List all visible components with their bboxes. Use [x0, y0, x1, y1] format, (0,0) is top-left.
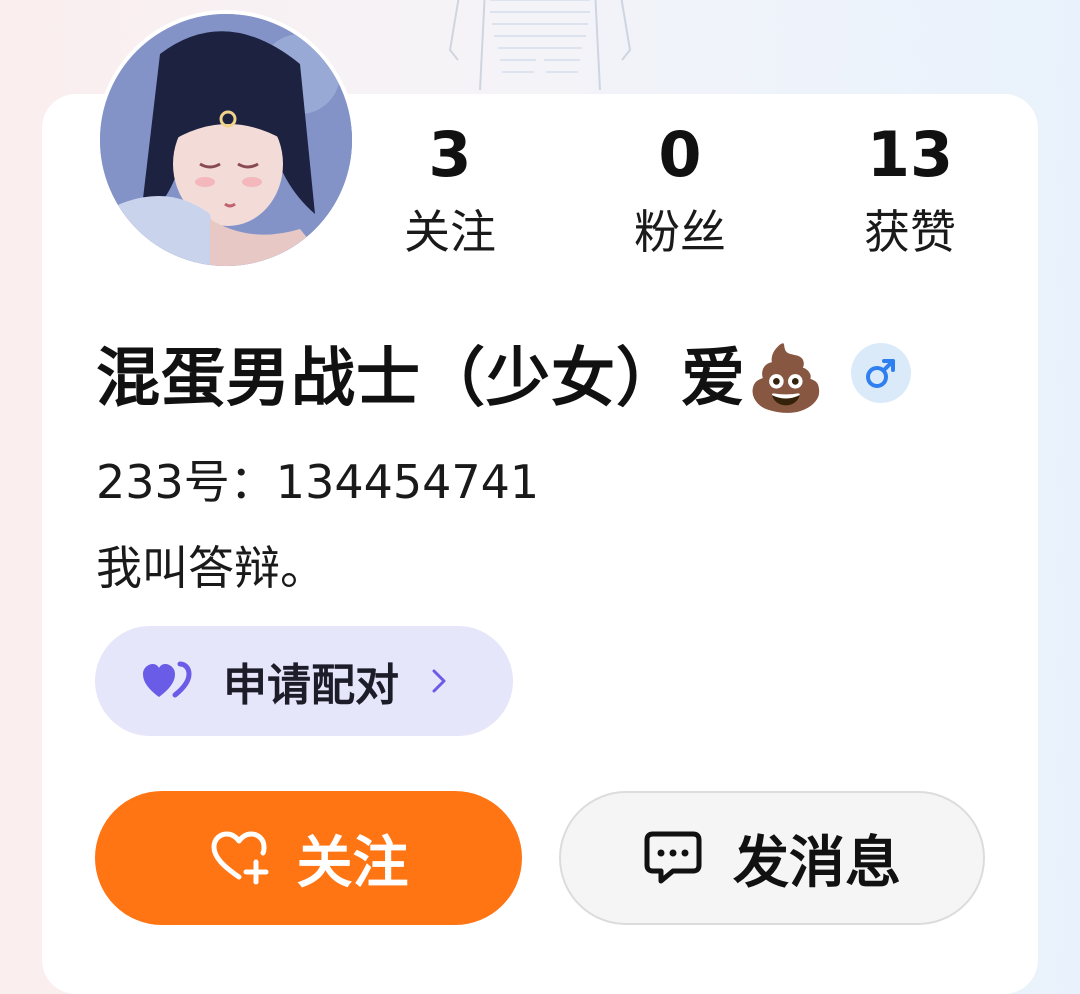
- user-id: 233号：134454741: [96, 455, 540, 509]
- stat-likes[interactable]: 13 获赞: [830, 120, 990, 262]
- stat-followers[interactable]: 0 粉丝: [600, 120, 760, 262]
- stat-followers-label: 粉丝: [634, 205, 726, 259]
- hearts-icon: [143, 661, 192, 698]
- stat-following[interactable]: 3 关注: [370, 120, 530, 262]
- follow-button[interactable]: 关注: [95, 791, 522, 925]
- background-figure-graphic: [448, 0, 632, 91]
- request-pair-button[interactable]: 申请配对: [95, 626, 513, 736]
- male-icon: [865, 359, 895, 388]
- send-message-label: 发消息: [733, 830, 901, 896]
- bio: 我叫答辩。: [96, 541, 326, 595]
- stat-following-value: 3: [428, 118, 472, 191]
- nickname: 混蛋男战士（少女）爱💩: [96, 342, 827, 416]
- stat-likes-label: 获赞: [864, 205, 956, 259]
- chat-bubble-icon: [644, 831, 702, 884]
- nickname-row: 混蛋男战士（少女）爱💩: [96, 330, 911, 416]
- stat-likes-value: 13: [866, 118, 954, 191]
- stat-followers-value: 0: [658, 118, 702, 191]
- request-pair-label: 申请配对: [223, 660, 399, 711]
- follow-label: 关注: [296, 830, 409, 896]
- stat-following-label: 关注: [404, 205, 496, 259]
- chevron-right-icon: [431, 668, 447, 694]
- send-message-button[interactable]: 发消息: [559, 791, 985, 925]
- heart-plus-icon: [211, 831, 268, 885]
- gender-badge: [850, 343, 911, 403]
- profile-stats: 3 关注 0 粉丝 13 获赞: [0, 120, 1080, 270]
